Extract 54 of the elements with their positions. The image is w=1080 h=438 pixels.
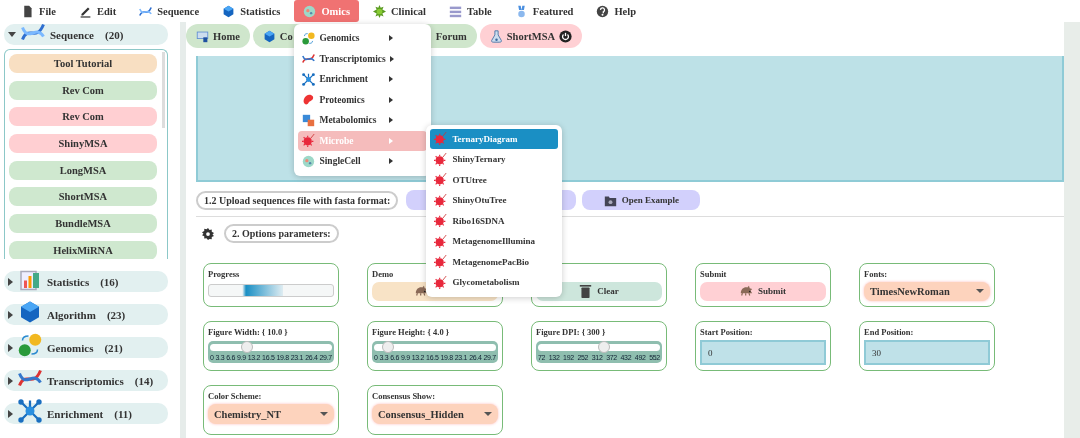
input-field[interactable]: 30 [864,340,990,365]
select-field[interactable]: Consensus_Hidden [372,404,498,424]
menu-item[interactable]: Edit [69,0,126,22]
menu-item[interactable]: Table [440,0,501,22]
menu-item[interactable]: TernaryDiagram [430,128,559,149]
option-label: Color Scheme: [208,391,263,402]
tool-button[interactable]: BundleMSA [9,214,157,234]
section-label: 2. Options parameters: [224,224,339,243]
menu-item[interactable]: Enrichment [298,69,428,90]
menu-item[interactable]: Metabolomics [298,110,428,131]
tab[interactable]: Home [186,24,250,48]
sidebar-group[interactable]: Algorithm (23) [4,304,168,325]
sidebar-group[interactable]: Transcriptomics (14) [4,370,168,391]
menu-item[interactable]: MetagenomePacBio [430,251,559,272]
sidebar-group[interactable]: Statistics (16) [4,271,168,292]
tool-button[interactable]: HelixMiRNA [9,240,157,259]
select-field[interactable]: TimesNewRoman [864,281,990,301]
select-field[interactable]: Chemistry_NT [208,404,334,424]
option-label: Start Position: [700,327,754,337]
option-label: Demo [372,269,395,280]
tool-button[interactable]: Rev Com [9,80,157,100]
option-label: Consensus Show: [372,391,437,402]
tool-button[interactable]: LongMSA [9,160,157,180]
menu-item[interactable]: Ribo16SDNA [430,210,559,231]
menu-item[interactable]: ShinyOtuTree [430,190,559,211]
menu-item[interactable]: SingleCell [298,151,428,172]
tool-button[interactable]: ShinyMSA [9,134,157,154]
option-label: Submit [700,269,728,280]
option-label: Figure DPI: { 300 } [536,327,607,338]
option-label: End Position: [864,327,915,337]
option-label: Figure Width: { 10.0 } [208,327,289,338]
menu-item[interactable]: Proteomics [298,89,428,110]
menu-item[interactable]: File [12,0,65,22]
tab[interactable]: ShortMSA [479,24,583,48]
action-button[interactable]: Submit [700,281,826,301]
tool-button[interactable]: ShortMSA [9,187,157,207]
sidebar-group[interactable]: Sequence (20) [4,24,168,45]
tool-button[interactable]: Rev Com [9,107,157,127]
menu-item[interactable]: ShinyTernary [430,149,559,170]
menu-item[interactable]: Clinical [364,0,436,22]
option-label: Progress [208,269,241,280]
menu-item[interactable]: MetagenomeIllumina [430,231,559,252]
option-label: Figure Height: { 4.0 } [372,327,451,338]
open-example-button[interactable]: Open Example [582,190,701,210]
menu-item[interactable]: Help [587,0,645,22]
input-field[interactable]: 0 [700,340,826,365]
menu-item[interactable]: Transcriptomics [298,48,428,69]
tool-button[interactable]: Tool Tutorial [9,54,157,73]
section-label: 1.2 Upload sequences file with fasta format: [196,190,399,210]
menu-item[interactable]: OTUtree [430,169,559,190]
option-label: Fonts: [864,269,889,280]
menu-item[interactable]: Featured [505,0,583,22]
menu-item[interactable]: Sequence [130,0,209,22]
menu-item[interactable]: Statistics [213,0,290,22]
